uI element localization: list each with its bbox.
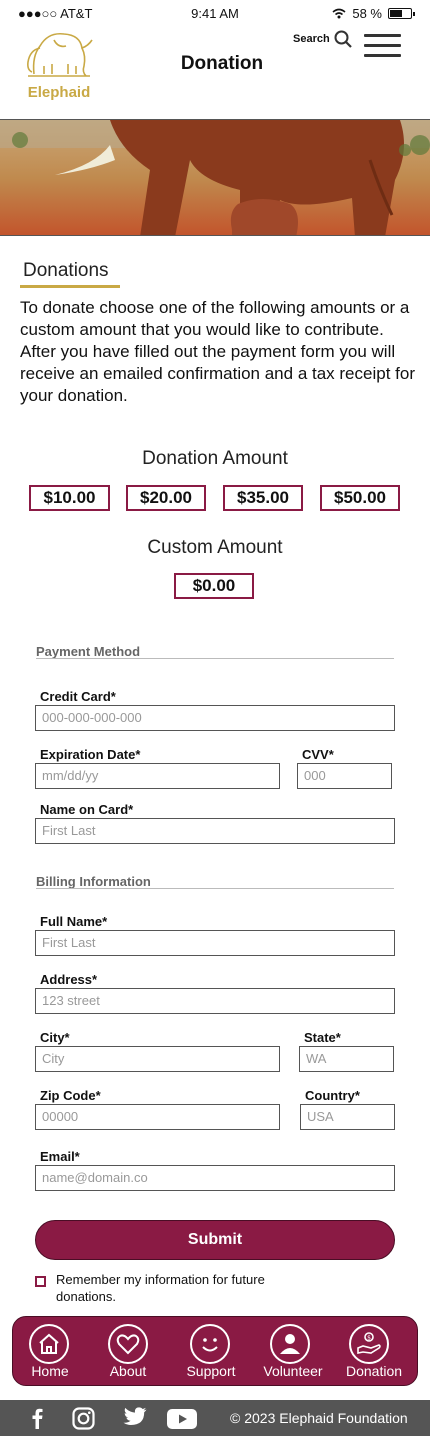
email-label: Email* [40,1149,80,1164]
state-field[interactable]: WA [299,1046,394,1072]
expiration-date-field[interactable]: mm/dd/yy [35,763,280,789]
name-on-card-label: Name on Card* [40,802,134,817]
status-bar: ●●●○○ AT&T 9:41 AM 58 % [0,0,430,26]
nav-item-volunteer[interactable]: Volunteer [253,1317,333,1387]
search-icon [334,30,352,48]
divider [36,658,394,659]
instagram-icon[interactable] [72,1407,95,1430]
amount-button-10[interactable]: $10.00 [29,485,110,511]
donation-instructions: To donate choose one of the following am… [20,298,415,405]
nav-label-about: About [109,1363,147,1379]
copyright-text: © 2023 Elephaid Foundation [230,1410,408,1426]
donate-hand-icon: $ [349,1324,389,1364]
custom-amount-heading: Custom Amount [147,537,283,558]
nav-label-home: Home [31,1363,69,1379]
country-label: Country* [305,1088,360,1103]
svg-text:$: $ [367,1335,371,1342]
submit-button[interactable]: Submit [35,1220,395,1260]
nav-label-support: Support [186,1363,236,1379]
email-field[interactable]: name@domain.co m [35,1165,395,1191]
full-name-label: Full Name* [40,914,108,929]
status-right: 58 % [332,6,415,21]
state-label: State* [304,1030,341,1045]
home-icon [29,1324,69,1364]
wifi-icon [332,8,346,19]
city-field[interactable]: City [35,1046,280,1072]
battery-percent: 58 % [352,6,382,21]
remember-checkbox[interactable] [35,1276,46,1287]
heading-underline [20,285,120,288]
expiration-date-label: Expiration Date* [40,747,141,762]
facebook-icon[interactable] [30,1407,44,1429]
credit-card-label: Credit Card* [40,689,116,704]
heart-icon [108,1324,148,1364]
search-label: Search [293,33,330,45]
nav-item-donation[interactable]: $ Donation [334,1317,414,1387]
full-name-field[interactable]: First Last [35,930,395,956]
search-button[interactable]: Search [293,30,352,48]
nav-item-home[interactable]: Home [10,1317,90,1387]
amount-button-20[interactable]: $20.00 [126,485,206,511]
address-label: Address* [40,972,98,987]
twitter-icon[interactable] [123,1407,147,1428]
donations-heading: Donations [23,260,109,281]
nav-item-about[interactable]: About [88,1317,168,1387]
donation-amount-heading: Donation Amount [142,448,288,469]
hero-image [0,119,430,236]
billing-information-heading: Billing Information [36,874,151,889]
nav-label-volunteer: Volunteer [263,1363,323,1379]
cvv-label: CVV* [302,747,334,762]
credit-card-field[interactable]: 000-000-000-000 [35,705,395,731]
country-field[interactable]: USA [300,1104,395,1130]
youtube-icon[interactable] [167,1409,197,1429]
remember-label: Remember my information for future donat… [56,1272,265,1304]
payment-method-heading: Payment Method [36,644,141,659]
nav-label-donation: Donation [345,1363,403,1379]
footer: © 2023 Elephaid Foundation [0,1400,430,1436]
name-on-card-field[interactable]: First Last [35,818,395,844]
zip-code-field[interactable]: 00000 [35,1104,280,1130]
city-label: City* [40,1030,70,1045]
amount-button-50[interactable]: $50.00 [320,485,400,511]
battery-icon [388,8,415,19]
menu-icon[interactable] [364,34,401,57]
person-icon [270,1324,310,1364]
amount-button-35[interactable]: $35.00 [223,485,303,511]
zip-code-label: Zip Code* [40,1088,101,1103]
bottom-nav: Home About Support Volunteer $ Donation [12,1316,418,1386]
address-field[interactable]: 123 street [35,988,395,1014]
logo-text: Elephaid [27,84,91,101]
nav-item-support[interactable]: Support [171,1317,251,1387]
cvv-field[interactable]: 000 [297,763,392,789]
smile-icon [190,1324,230,1364]
custom-amount-input[interactable]: $0.00 [174,573,254,599]
divider [36,888,394,889]
